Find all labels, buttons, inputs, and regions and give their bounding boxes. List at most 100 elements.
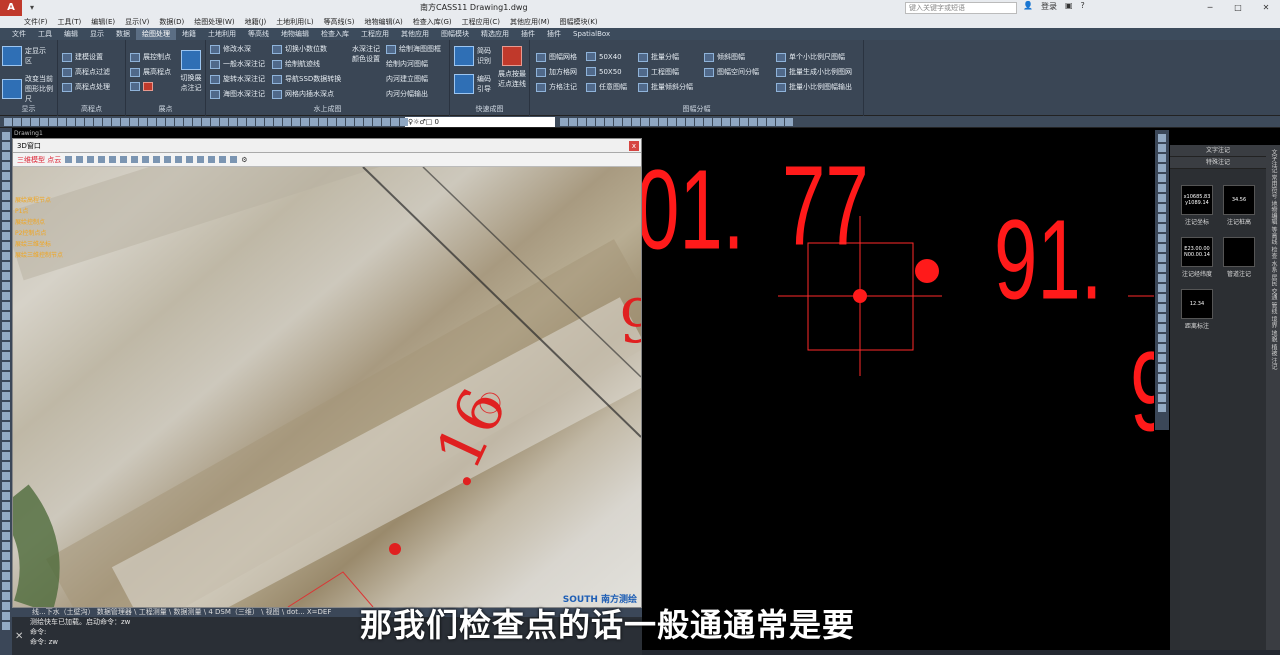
draw-track-button[interactable]: 绘制航迹线 <box>272 59 320 69</box>
toolbar-button[interactable] <box>283 118 291 126</box>
toolbar-button[interactable] <box>391 118 399 126</box>
square-note-button[interactable]: 方格注记 <box>536 82 577 92</box>
toolbar-button[interactable] <box>301 118 309 126</box>
ribbon-tab[interactable]: 精选应用 <box>475 28 515 40</box>
toolbar-button[interactable] <box>740 118 748 126</box>
toolbar-button[interactable] <box>94 118 102 126</box>
3d-tool-icon[interactable] <box>197 156 205 163</box>
ribbon-tab[interactable]: 文件 <box>6 28 32 40</box>
ribbon-tab[interactable]: 显示 <box>84 28 110 40</box>
toolbar-button[interactable] <box>641 118 649 126</box>
mod-depth-button[interactable]: 修改水深 <box>210 44 251 54</box>
toolbar-button[interactable] <box>220 118 228 126</box>
toolbar-button[interactable] <box>121 118 129 126</box>
palette-tool-button[interactable] <box>1158 244 1166 252</box>
3d-tool-icon[interactable] <box>153 156 161 163</box>
draw-tool-button[interactable] <box>2 412 10 420</box>
toolbar-button[interactable] <box>148 118 156 126</box>
toolbar-button[interactable] <box>247 118 255 126</box>
help-icon[interactable]: ? <box>1081 1 1085 12</box>
one-depth-button[interactable]: 一般水深注记 <box>210 59 265 69</box>
toolbar-button[interactable] <box>364 118 372 126</box>
inner-build-button[interactable]: 内河建立图幅 <box>386 74 428 84</box>
palette-tool-button[interactable] <box>1158 374 1166 382</box>
toolbar-button[interactable] <box>686 118 694 126</box>
sea-depth-button[interactable]: 海图水深注记 <box>210 89 265 99</box>
toolbar-button[interactable] <box>560 118 568 126</box>
ribbon-tab[interactable]: 编辑 <box>58 28 84 40</box>
single-scale-button[interactable]: 单个小比例尺图幅 <box>776 52 845 62</box>
draw-tool-button[interactable] <box>2 332 10 340</box>
palette-tool-button[interactable] <box>1158 134 1166 142</box>
gear-icon[interactable]: ⚙ <box>241 156 247 164</box>
toolbar-button[interactable] <box>731 118 739 126</box>
menu-item[interactable]: 地籍(J) <box>245 16 267 28</box>
toolbar-button[interactable] <box>677 118 685 126</box>
toolbar-button[interactable] <box>238 118 246 126</box>
toolbar-button[interactable] <box>695 118 703 126</box>
layer-item[interactable]: P2控制点点 <box>15 228 63 239</box>
3d-window-close-button[interactable]: x <box>629 141 639 151</box>
draw-tool-button[interactable] <box>2 402 10 410</box>
palette-tool-button[interactable] <box>1158 144 1166 152</box>
toolbar-button[interactable] <box>776 118 784 126</box>
toolbar-button[interactable] <box>704 118 712 126</box>
ribbon-tab[interactable]: 地籍 <box>176 28 202 40</box>
3d-tool-icon[interactable] <box>87 156 95 163</box>
palette-item[interactable]: 12.34 距离标注 <box>1180 289 1214 330</box>
draw-tool-button[interactable] <box>2 502 10 510</box>
3d-tool-icon[interactable] <box>186 156 194 163</box>
any-frame-button[interactable]: 任意图幅 <box>586 82 627 92</box>
draw-inner-button[interactable]: 绘制内河图幅 <box>386 59 428 69</box>
size-5040-button[interactable]: 50X40 <box>586 52 622 61</box>
toolbar-button[interactable] <box>58 118 66 126</box>
ssd-convert-button[interactable]: 导航SSD数据转换 <box>272 74 341 84</box>
toolbar-button[interactable] <box>382 118 390 126</box>
menu-item[interactable]: 工具(T) <box>58 16 82 28</box>
palette-tool-button[interactable] <box>1158 404 1166 412</box>
minimize-button[interactable]: ─ <box>1196 0 1224 16</box>
palette-tool-button[interactable] <box>1158 254 1166 262</box>
ribbon-tab[interactable]: 地物编辑 <box>275 28 315 40</box>
batch-tilt-button[interactable]: 批量倾斜分幅 <box>638 82 693 92</box>
toolbar-button[interactable] <box>202 118 210 126</box>
ribbon-tab[interactable]: SpatialBox <box>567 28 616 40</box>
draw-tool-button[interactable] <box>2 282 10 290</box>
build-settings-button[interactable]: 建模设置 <box>62 52 103 62</box>
drawing-tab[interactable]: Drawing1 <box>14 130 74 138</box>
palette-tool-button[interactable] <box>1158 174 1166 182</box>
3d-tool-icon[interactable] <box>76 156 84 163</box>
toolbar-button[interactable] <box>139 118 147 126</box>
draw-tool-button[interactable] <box>2 292 10 300</box>
draw-tool-button[interactable] <box>2 592 10 600</box>
draw-tool-button[interactable] <box>2 452 10 460</box>
draw-tool-button[interactable] <box>2 392 10 400</box>
maximize-button[interactable]: □ <box>1224 0 1252 16</box>
inner-split-button[interactable]: 内河分幅输出 <box>386 89 428 99</box>
draw-tool-button[interactable] <box>2 232 10 240</box>
draw-tool-button[interactable] <box>2 542 10 550</box>
toolbar-button[interactable] <box>767 118 775 126</box>
toolbar-button[interactable] <box>112 118 120 126</box>
palette-tool-button[interactable] <box>1158 344 1166 352</box>
draw-tool-button[interactable] <box>2 582 10 590</box>
palette-tool-button[interactable] <box>1158 324 1166 332</box>
toolbar-button[interactable] <box>623 118 631 126</box>
draw-tool-button[interactable] <box>2 252 10 260</box>
menu-item[interactable]: 编辑(E) <box>91 16 115 28</box>
toolbar-button[interactable] <box>659 118 667 126</box>
ribbon-tab[interactable]: 土地利用 <box>202 28 242 40</box>
menu-item[interactable]: 数据(D) <box>159 16 184 28</box>
toolbar-button[interactable] <box>31 118 39 126</box>
draw-tool-button[interactable] <box>2 602 10 610</box>
toolbar-button[interactable] <box>355 118 363 126</box>
draw-tool-button[interactable] <box>2 272 10 280</box>
draw-tool-button[interactable] <box>2 572 10 580</box>
3d-tool-icon[interactable] <box>142 156 150 163</box>
palette-item[interactable]: 34.56 注记桩高 <box>1222 185 1256 226</box>
draw-tool-button[interactable] <box>2 492 10 500</box>
draw-tool-button[interactable] <box>2 522 10 530</box>
menu-item[interactable]: 地物编辑(A) <box>364 16 402 28</box>
size-5050-button[interactable]: 50X50 <box>586 67 622 76</box>
palette-vertical-tabs[interactable]: 文字注记 常用符号 地物编辑 等高线 检查 水系 居民 交通 管线 境界 地貌 … <box>1266 145 1280 655</box>
